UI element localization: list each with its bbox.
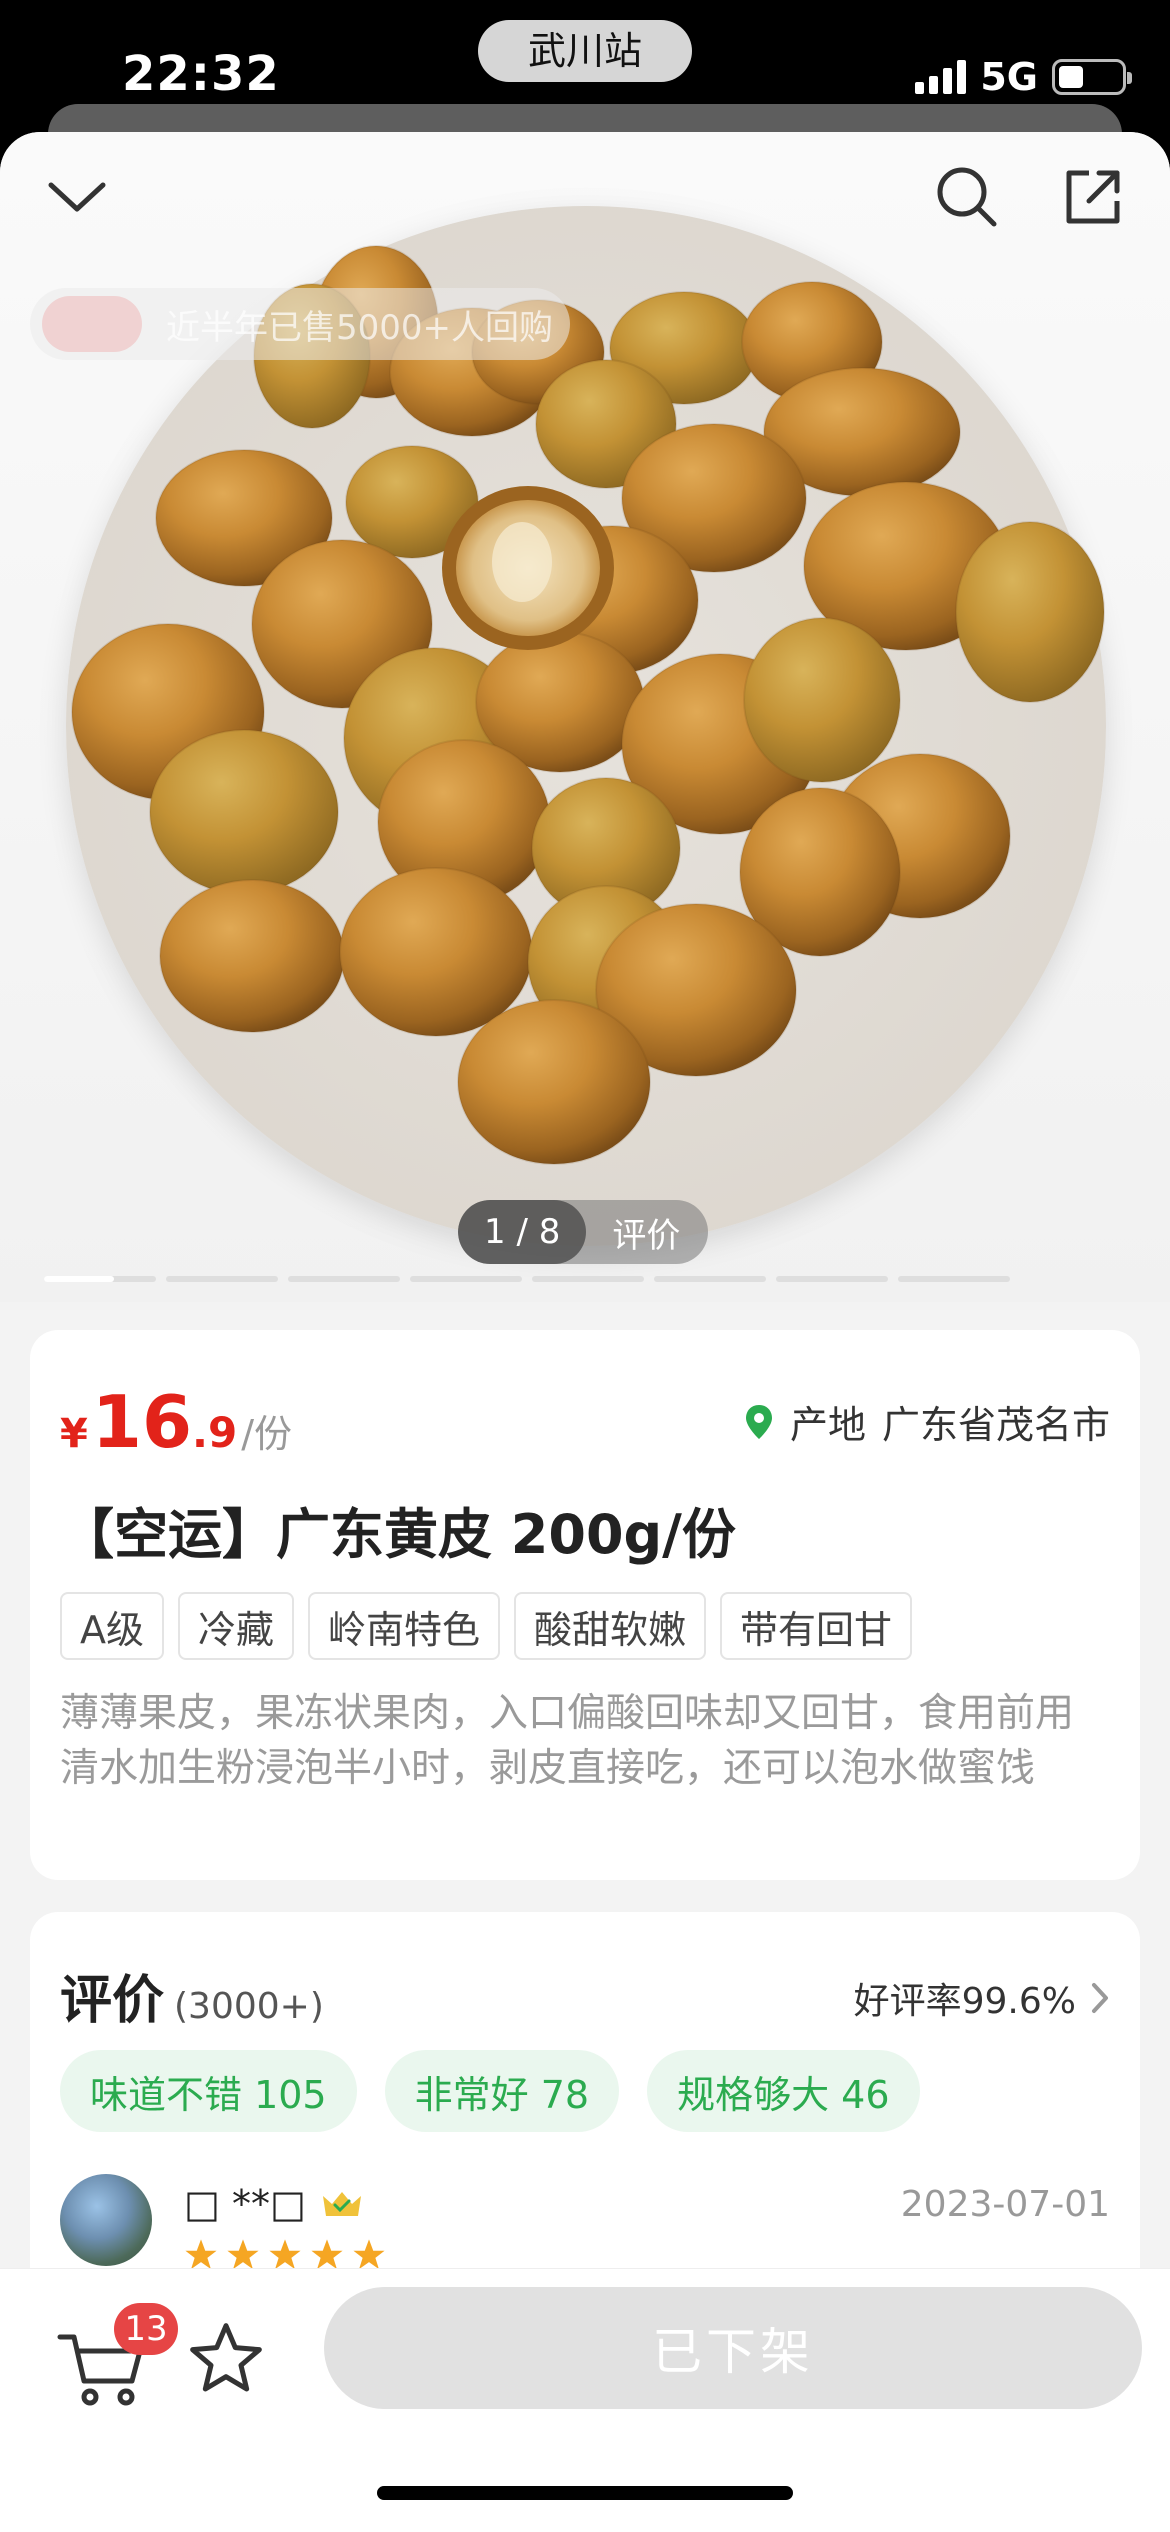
status-indicators: 5G xyxy=(915,52,1132,102)
location-pill[interactable]: 武川站 xyxy=(478,20,692,82)
product-tag: 带有回甘 xyxy=(720,1592,913,1660)
network-type: 5G xyxy=(980,55,1038,99)
chevron-right-icon xyxy=(1092,1983,1108,2013)
product-tag: A级 xyxy=(60,1592,164,1660)
price-decimal: .9 xyxy=(192,1408,238,1457)
sold-badge: 近半年已售5000+人回购 xyxy=(30,288,570,360)
star-icon xyxy=(185,2239,217,2270)
star-icon xyxy=(227,2239,259,2270)
origin-label: 产地 xyxy=(789,1403,866,1447)
price-integer: 16 xyxy=(91,1380,193,1464)
cart-count-badge: 13 xyxy=(114,2303,178,2355)
product-title: 【空运】广东黄皮 200g/份 xyxy=(60,1503,736,1566)
signal-icon xyxy=(915,60,967,94)
share-button[interactable] xyxy=(1048,152,1138,242)
progress-dot xyxy=(410,1276,522,1282)
search-button[interactable] xyxy=(922,152,1012,242)
star-icon xyxy=(311,2239,343,2270)
sold-badge-text: 近半年已售5000+人回购 xyxy=(166,307,554,348)
price-unit: /份 xyxy=(241,1412,293,1456)
image-counter[interactable]: 1 / 8 评价 xyxy=(458,1200,709,1264)
favorite-button[interactable] xyxy=(186,2319,266,2399)
share-icon xyxy=(1066,170,1120,224)
product-sheet: 近半年已售5000+人回购 1 / 8 评价 ¥ 16 .9 /份 产地 广东省… xyxy=(0,132,1170,2532)
progress-dot xyxy=(44,1276,156,1282)
product-image-carousel[interactable]: 近半年已售5000+人回购 1 / 8 评价 xyxy=(0,132,1170,1302)
search-icon xyxy=(937,167,997,227)
status-time: 22:32 xyxy=(122,46,280,102)
progress-dot xyxy=(166,1276,278,1282)
progress-dot xyxy=(654,1276,766,1282)
product-tags: A级 冷藏 岭南特色 酸甜软嫩 带有回甘 xyxy=(60,1592,913,1660)
origin-value: 广东省茂名市 xyxy=(881,1403,1110,1447)
review-tag[interactable]: 非常好 78 xyxy=(384,2050,620,2132)
favorite-star-icon xyxy=(190,2323,262,2392)
review-tag[interactable]: 规格够大 46 xyxy=(647,2050,920,2132)
progress-dot xyxy=(532,1276,644,1282)
off-shelf-button[interactable]: 已下架 xyxy=(324,2287,1142,2409)
good-rate: 好评率99.6% xyxy=(853,1981,1076,2022)
progress-dot xyxy=(776,1276,888,1282)
currency-symbol: ¥ xyxy=(60,1411,88,1457)
chevron-down-icon xyxy=(48,182,106,212)
product-tag: 岭南特色 xyxy=(308,1592,501,1660)
price: ¥ 16 .9 /份 xyxy=(60,1380,292,1464)
collapse-button[interactable] xyxy=(32,152,122,242)
reviewer-name: □ **□ xyxy=(184,2182,306,2226)
good-rate-link[interactable]: 好评率99.6% xyxy=(854,1972,1110,2024)
review-tags: 味道不错 105 非常好 78 规格够大 46 xyxy=(60,2050,920,2132)
origin: 产地 广东省茂名市 xyxy=(744,1394,1110,1449)
product-tag: 冷藏 xyxy=(178,1592,295,1660)
product-tag: 酸甜软嫩 xyxy=(514,1592,707,1660)
reviews-title: 评价 xyxy=(60,1971,165,2031)
reviews-header: 评价 (3000+) xyxy=(60,1958,324,2033)
carousel-progress xyxy=(44,1276,1010,1282)
star-icon xyxy=(269,2239,301,2270)
image-counter-reviews[interactable]: 评价 xyxy=(586,1208,708,1257)
badge-icon xyxy=(42,296,142,352)
battery-icon xyxy=(1052,59,1132,95)
reviews-count: (3000+) xyxy=(174,1986,324,2027)
progress-dot xyxy=(288,1276,400,1282)
star-icon xyxy=(353,2239,385,2270)
rating-stars xyxy=(184,2238,386,2272)
avatar xyxy=(60,2174,152,2266)
product-info-card: ¥ 16 .9 /份 产地 广东省茂名市 【空运】广东黄皮 200g/份 A级 … xyxy=(30,1330,1140,1880)
location-pin-icon xyxy=(745,1404,772,1439)
reviewer-info: □ **□ xyxy=(184,2182,364,2226)
review-item[interactable]: □ **□ 2023-07-01 xyxy=(60,2174,1110,2274)
progress-dot xyxy=(898,1276,1010,1282)
product-description: 薄薄果皮，果冻状果肉，入口偏酸回味却又回甘，食用前用清水加生粉浸泡半小时，剥皮直… xyxy=(60,1691,1075,1791)
review-date: 2023-07-01 xyxy=(900,2184,1110,2225)
home-indicator xyxy=(377,2486,793,2500)
image-counter-current: 1 / 8 xyxy=(458,1200,587,1264)
crown-icon xyxy=(322,2192,361,2216)
review-tag[interactable]: 味道不错 105 xyxy=(60,2050,357,2132)
